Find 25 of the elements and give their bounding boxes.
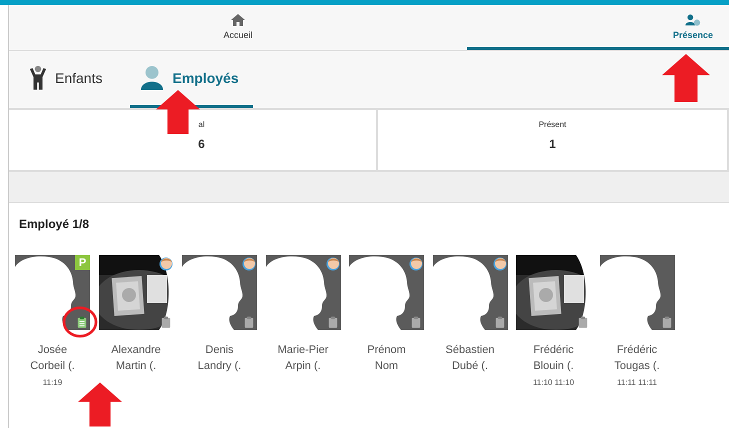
- tab[interactable]: Enfants: [19, 51, 116, 108]
- employee-name: Sébastien Dubé (.: [446, 343, 494, 374]
- home-icon: [230, 12, 246, 26]
- employee-name: Denis Landry (.: [198, 343, 242, 374]
- nav-tab[interactable]: Accueil: [9, 5, 467, 50]
- employee-name: Marie-Pier Arpin (.: [278, 343, 328, 374]
- employee-name: Frédéric Tougas (.: [614, 343, 660, 374]
- employee-name: Josée Corbeil (.: [30, 343, 75, 374]
- present-badge: P: [75, 255, 90, 270]
- time-text: 11:19: [42, 378, 62, 387]
- stat-label: Présent: [538, 120, 566, 129]
- stat-value: 1: [549, 137, 556, 151]
- employee-name: Frédéric Blouin (.: [533, 343, 574, 374]
- stat-label: al: [198, 120, 205, 129]
- time-text: 11:10 11:10: [532, 378, 574, 387]
- annotation-circle: [62, 306, 98, 338]
- employee-name: Prénom Nom: [367, 343, 406, 374]
- annotation-arrow: [660, 54, 712, 102]
- person-icon: [140, 65, 164, 91]
- card-title: Employé 1/8: [18, 216, 90, 231]
- time-text: 11:11 11:11: [617, 378, 657, 387]
- annotation-arrow: [78, 381, 122, 428]
- stat-value: 6: [198, 137, 205, 151]
- child-icon: [29, 65, 47, 91]
- employee-name: Alexandre Martin (.: [111, 343, 161, 374]
